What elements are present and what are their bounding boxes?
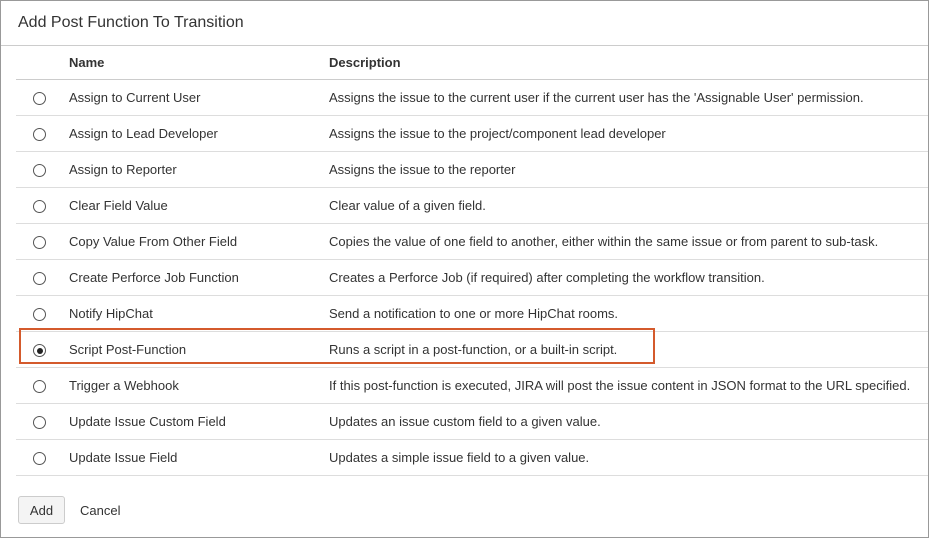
radio-cell: [16, 115, 69, 152]
cancel-link[interactable]: Cancel: [80, 503, 120, 518]
radio-cell: [16, 439, 69, 476]
post-function-table-area: Name Description Assign to Current User A…: [16, 46, 928, 476]
radio-button[interactable]: [33, 92, 46, 106]
table-row[interactable]: Script Post-Function Runs a script in a p…: [16, 331, 928, 368]
radio-cell: [16, 259, 69, 296]
radio-button[interactable]: [33, 308, 46, 322]
post-function-description: Copies the value of one field to another…: [329, 223, 928, 260]
post-function-description: Updates an issue custom field to a given…: [329, 403, 928, 440]
post-function-description: Assigns the issue to the project/compone…: [329, 115, 928, 152]
post-function-description: Runs a script in a post-function, or a b…: [329, 331, 928, 368]
post-function-name: Update Issue Custom Field: [69, 403, 329, 440]
radio-button[interactable]: [33, 272, 46, 286]
post-function-name: Notify HipChat: [69, 295, 329, 332]
post-function-name: Copy Value From Other Field: [69, 223, 329, 260]
radio-button[interactable]: [33, 164, 46, 178]
post-function-list: Assign to Current User Assigns the issue …: [16, 79, 928, 476]
post-function-table: Name Description Assign to Current User A…: [16, 46, 928, 476]
post-function-name: Assign to Current User: [69, 79, 329, 116]
radio-cell: [16, 187, 69, 224]
post-function-name: Script Post-Function: [69, 331, 329, 368]
post-function-name: Update Issue Field: [69, 439, 329, 476]
post-function-name: Assign to Reporter: [69, 151, 329, 188]
table-row[interactable]: Create Perforce Job Function Creates a Pe…: [16, 259, 928, 296]
post-function-description: If this post-function is executed, JIRA …: [329, 367, 928, 404]
table-row[interactable]: Copy Value From Other Field Copies the va…: [16, 223, 928, 260]
dialog-footer: Add Cancel: [1, 476, 928, 536]
table-row[interactable]: Clear Field Value Clear value of a given …: [16, 187, 928, 224]
post-function-description: Updates a simple issue field to a given …: [329, 439, 928, 476]
dialog-title: Add Post Function To Transition: [18, 14, 244, 31]
radio-cell: [16, 151, 69, 188]
post-function-name: Create Perforce Job Function: [69, 259, 329, 296]
radio-column-header: [16, 46, 69, 80]
post-function-description: Assigns the issue to the current user if…: [329, 79, 928, 116]
radio-cell: [16, 79, 69, 116]
description-column-header: Description: [329, 46, 928, 80]
radio-button[interactable]: [33, 380, 46, 394]
post-function-description: Assigns the issue to the reporter: [329, 151, 928, 188]
table-row[interactable]: Update Issue Custom Field Updates an issu…: [16, 403, 928, 440]
table-row[interactable]: Trigger a Webhook If this post-function i…: [16, 367, 928, 404]
table-row[interactable]: Assign to Lead Developer Assigns the issu…: [16, 115, 928, 152]
post-function-description: Clear value of a given field.: [329, 187, 928, 224]
table-row[interactable]: Assign to Reporter Assigns the issue to t…: [16, 151, 928, 188]
post-function-name: Clear Field Value: [69, 187, 329, 224]
dialog-header: Add Post Function To Transition: [1, 1, 928, 46]
table-header-row: Name Description: [16, 46, 928, 80]
radio-cell: [16, 331, 69, 368]
radio-cell: [16, 367, 69, 404]
table-row[interactable]: Assign to Current User Assigns the issue …: [16, 79, 928, 116]
radio-button[interactable]: [33, 128, 46, 142]
table-row[interactable]: Notify HipChat Send a notification to one…: [16, 295, 928, 332]
radio-cell: [16, 295, 69, 332]
radio-cell: [16, 223, 69, 260]
radio-button[interactable]: [33, 236, 46, 250]
add-button[interactable]: Add: [18, 496, 65, 524]
post-function-description: Send a notification to one or more HipCh…: [329, 295, 928, 332]
radio-button[interactable]: [33, 452, 46, 466]
post-function-name: Assign to Lead Developer: [69, 115, 329, 152]
name-column-header: Name: [69, 46, 329, 80]
radio-cell: [16, 403, 69, 440]
post-function-description: Creates a Perforce Job (if required) aft…: [329, 259, 928, 296]
table-row[interactable]: Update Issue Field Updates a simple issue…: [16, 439, 928, 476]
radio-button[interactable]: [33, 344, 46, 358]
radio-button[interactable]: [33, 416, 46, 430]
post-function-name: Trigger a Webhook: [69, 367, 329, 404]
radio-button[interactable]: [33, 200, 46, 214]
add-post-function-dialog: Add Post Function To Transition Name Des…: [0, 0, 929, 538]
